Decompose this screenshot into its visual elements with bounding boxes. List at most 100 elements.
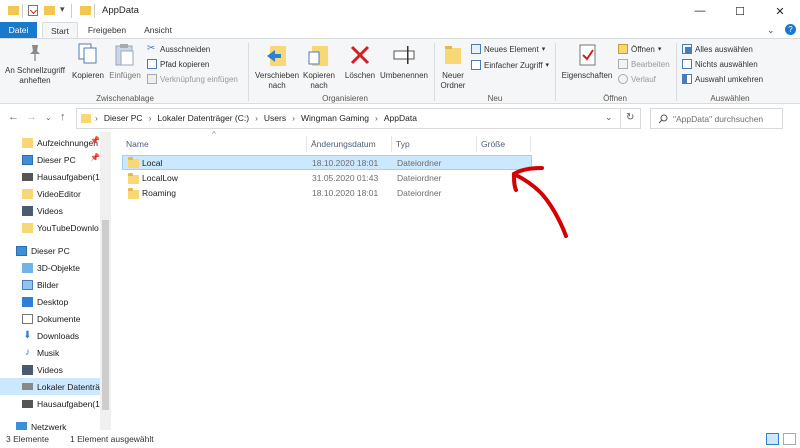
details-view-icon[interactable] — [766, 433, 779, 445]
up-arrow-icon[interactable]: ↑ — [60, 111, 66, 123]
minimize-button[interactable]: — — [680, 0, 720, 22]
tab-file[interactable]: Datei — [0, 22, 37, 39]
paste-shortcut-button[interactable]: Verknüpfung einfügen — [147, 74, 238, 84]
breadcrumb-item[interactable]: AppData — [384, 113, 417, 123]
open-icon — [618, 44, 628, 54]
nav-item-hausaufgaben-drive[interactable]: Hausaufgaben(1 — [0, 395, 100, 412]
desktop-icon — [22, 296, 33, 307]
column-divider[interactable] — [306, 136, 307, 152]
pin-quick-access-button[interactable]: An Schnellzugriff anheften — [4, 42, 66, 90]
properties-quick-icon[interactable] — [28, 5, 38, 16]
history-button[interactable]: Verlauf — [618, 74, 656, 84]
nav-item-videos[interactable]: Videos — [0, 361, 100, 378]
forward-arrow-icon[interactable]: → — [26, 111, 37, 123]
edit-button[interactable]: Bearbeiten — [618, 59, 670, 69]
nav-item-youtubedownload[interactable]: YouTubeDownlo — [0, 219, 100, 236]
recent-locations-icon[interactable]: ⌄ — [45, 113, 52, 122]
select-all-button[interactable]: Alles auswählen — [682, 44, 753, 54]
ribbon-expand-icon[interactable]: ⌄ — [767, 25, 775, 36]
breadcrumb-item[interactable]: Wingman Gaming — [301, 113, 369, 123]
nav-pane-scrollbar-thumb[interactable] — [102, 220, 109, 410]
nav-item-aufzeichnungen[interactable]: Aufzeichnungen — [0, 134, 100, 151]
close-button[interactable]: ✕ — [760, 0, 800, 22]
tab-view[interactable]: Ansicht — [137, 22, 179, 39]
tab-share[interactable]: Freigeben — [83, 22, 131, 39]
sort-ascending-icon: ^ — [212, 130, 216, 139]
column-divider[interactable] — [391, 136, 392, 152]
address-dropdown-icon[interactable]: ⌄ — [605, 112, 613, 123]
paste-button[interactable]: Einfügen — [107, 42, 143, 90]
nav-item-dieser-pc[interactable]: Dieser PC — [0, 242, 100, 259]
tab-home[interactable]: Start — [42, 22, 78, 39]
invert-selection-button[interactable]: Auswahl umkehren — [682, 74, 763, 84]
nav-item-desktop[interactable]: Desktop — [0, 293, 100, 310]
nav-item-local-disk[interactable]: Lokaler Datenträ — [0, 378, 100, 395]
large-icons-view-icon[interactable] — [783, 433, 796, 445]
nav-item-hausaufgaben[interactable]: Hausaufgaben(1 — [0, 168, 100, 185]
new-folder-button[interactable]: Neuer Ordner — [437, 42, 469, 92]
breadcrumb-item[interactable]: Dieser PC — [104, 113, 143, 123]
clipboard-icon — [115, 44, 134, 66]
status-bar: 3 Elemente 1 Element ausgewählt — [0, 430, 800, 448]
column-header-name[interactable]: Name — [126, 139, 149, 149]
videos-icon — [22, 205, 33, 216]
navigation-pane: Aufzeichnungen 📌 Dieser PC 📌 Hausaufgabe… — [0, 132, 112, 430]
quick-access-dropdown-icon[interactable]: ▾ — [60, 4, 65, 15]
item-count: 3 Elemente — [6, 434, 49, 444]
column-header-type[interactable]: Typ — [396, 139, 410, 149]
nav-item-dokumente[interactable]: Dokumente — [0, 310, 100, 327]
nav-item-downloads[interactable]: ⬇ Downloads — [0, 327, 100, 344]
nav-item-3d-objekte[interactable]: 3D-Objekte — [0, 259, 100, 276]
file-row-roaming[interactable]: Roaming 18.10.2020 18:01 Dateiordner — [122, 186, 532, 201]
easy-access-button[interactable]: Einfacher Zugriff ▾ — [471, 60, 549, 70]
nav-item-dieser-pc-quick[interactable]: Dieser PC — [0, 151, 100, 168]
move-to-button[interactable]: Verschieben nach — [252, 42, 300, 92]
new-folder-quick-icon[interactable] — [44, 6, 55, 15]
open-button[interactable]: Öffnen ▾ — [618, 44, 661, 54]
nav-item-videoeditor[interactable]: VideoEditor — [0, 185, 100, 202]
breadcrumb-item[interactable]: Users — [264, 113, 286, 123]
folder-icon — [8, 6, 19, 15]
back-arrow-icon[interactable]: ← — [8, 111, 19, 123]
download-arrow-icon: ⬇ — [23, 329, 32, 341]
maximize-button[interactable]: ☐ — [720, 0, 760, 22]
column-divider[interactable] — [476, 136, 477, 152]
new-item-button[interactable]: Neues Element ▾ — [471, 44, 545, 54]
properties-button[interactable]: Eigenschaften — [558, 42, 616, 92]
help-icon[interactable]: ? — [785, 24, 796, 35]
separator — [94, 4, 95, 18]
file-row-local[interactable]: Local 18.10.2020 18:01 Dateiordner — [122, 155, 532, 170]
copy-to-button[interactable]: Kopieren nach — [300, 42, 338, 92]
nav-item-musik[interactable]: ♪ Musik — [0, 344, 100, 361]
column-header-size[interactable]: Größe — [481, 139, 505, 149]
nav-item-videos-quick[interactable]: Videos — [0, 202, 100, 219]
cut-button[interactable]: ✂ Ausschneiden — [147, 44, 210, 54]
rename-button[interactable]: Umbenennen — [378, 42, 430, 92]
folder-icon — [128, 188, 139, 199]
pin-icon: 📌 — [90, 136, 100, 145]
column-header-row: ^ Name Änderungsdatum Typ Größe — [120, 130, 800, 154]
nav-item-bilder[interactable]: Bilder — [0, 276, 100, 293]
breadcrumb-item[interactable]: Lokaler Datenträger (C:) — [157, 113, 249, 123]
ribbon: An Schnellzugriff anheften Kopieren Einf… — [0, 38, 800, 104]
nav-item-netzwerk[interactable]: Netzwerk — [0, 418, 100, 430]
copy-button[interactable]: Kopieren — [70, 42, 106, 90]
annotation-arrow — [512, 166, 568, 238]
file-name: Local — [142, 158, 163, 168]
drive-icon — [22, 383, 33, 390]
delete-button[interactable]: Löschen — [342, 42, 378, 92]
edit-icon — [618, 59, 628, 69]
search-input[interactable]: "AppData" durchsuchen — [673, 114, 763, 124]
column-divider[interactable] — [530, 136, 531, 152]
file-date: 18.10.2020 18:01 — [312, 188, 379, 198]
path-icon — [147, 59, 157, 69]
address-bar[interactable]: › Dieser PC › Lokaler Datenträger (C:) ›… — [76, 108, 641, 129]
copy-path-button[interactable]: Pfad kopieren — [147, 59, 209, 69]
refresh-icon[interactable]: ↻ — [626, 112, 634, 123]
pin-icon — [30, 45, 40, 61]
search-box[interactable]: "AppData" durchsuchen — [650, 108, 783, 129]
search-icon — [658, 114, 668, 124]
select-none-button[interactable]: Nichts auswählen — [682, 59, 758, 69]
file-row-locallow[interactable]: LocalLow 31.05.2020 01:43 Dateiordner — [122, 171, 532, 186]
column-header-date[interactable]: Änderungsdatum — [311, 139, 376, 149]
